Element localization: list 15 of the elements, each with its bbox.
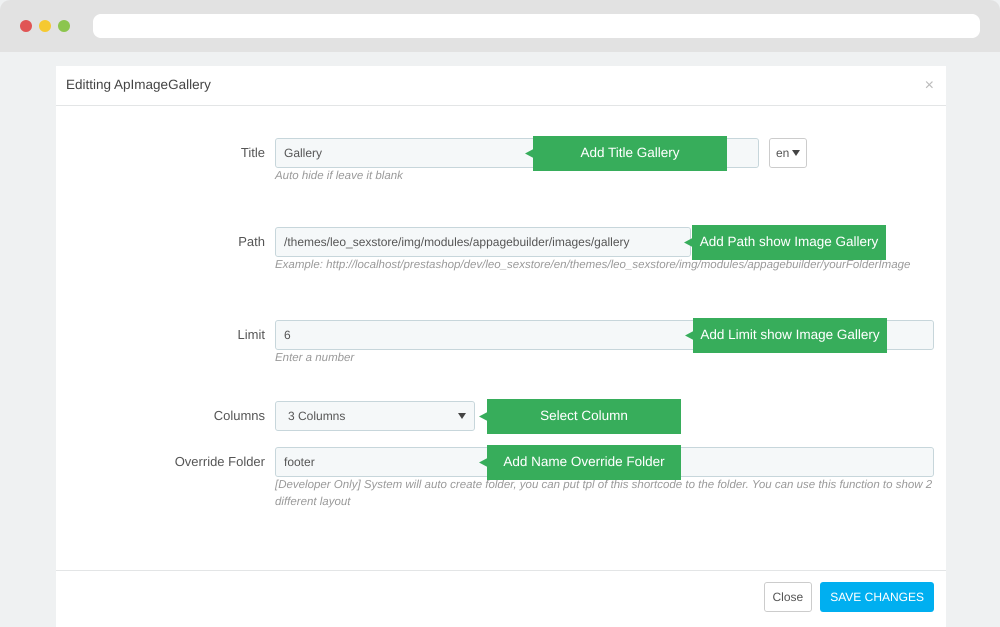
help-text: Enter a number: [275, 351, 356, 366]
tooltip: Add Path show Image Gallery: [684, 225, 886, 260]
field-label: Path: [237, 233, 266, 251]
help-text: [Developer Only] System will auto create folder, you can put tpl of this shortcode to the folder. You can use this function to show 2 different layout: [275, 478, 934, 510]
field-label: Override Folder: [174, 453, 266, 471]
tooltip: Add Name Override Folder: [479, 445, 681, 480]
tooltip: Select Column: [479, 399, 681, 434]
tooltip: Add Title Gallery: [525, 136, 727, 171]
help-text: Example: http://localhost/prestashop/dev/leo_sexstore/en/themes/leo_sexstore/img/modules/appagebuilder/yourFolderImage: [275, 258, 912, 273]
modal-title: Editting ApImageGallery: [66, 76, 211, 94]
field-label: Limit: [236, 326, 266, 344]
help-text: Auto hide if leave it blank: [275, 169, 404, 184]
tooltip: Add Limit show Image Gallery: [685, 318, 887, 353]
field-label: Columns: [212, 407, 266, 425]
field-label: Title: [240, 144, 266, 162]
